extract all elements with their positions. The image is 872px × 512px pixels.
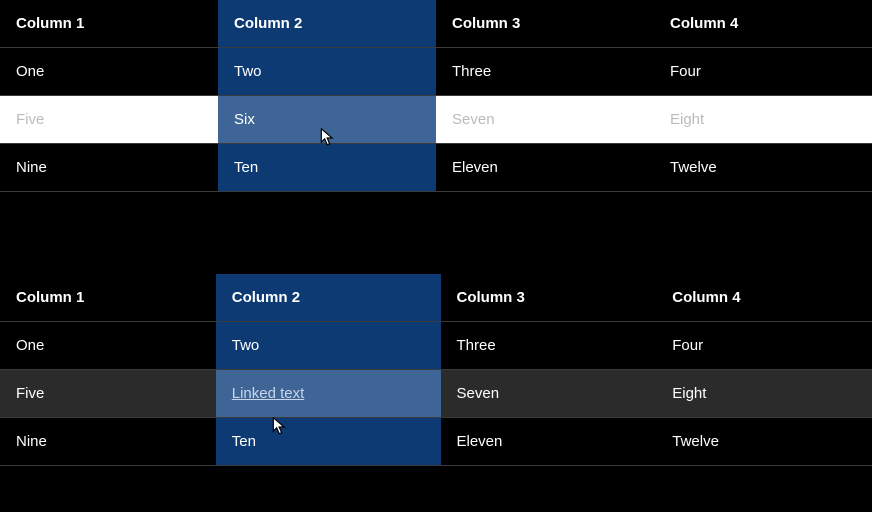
col-header-3: Column 3 [436, 0, 654, 48]
table-row[interactable]: Nine Ten Eleven Twelve [0, 418, 872, 466]
table-cell: Ten [216, 418, 441, 466]
table-header-row: Column 1 Column 2 Column 3 Column 4 [0, 274, 872, 322]
col-header-1: Column 1 [0, 0, 218, 48]
table-cell: Ten [218, 144, 436, 192]
table-bottom: Column 1 Column 2 Column 3 Column 4 One … [0, 274, 872, 466]
table-row-hovered[interactable]: Five Linked text Seven Eight [0, 370, 872, 418]
table-cell: Two [218, 48, 436, 96]
table-cell: Four [654, 48, 872, 96]
table-cell: Eight [654, 96, 872, 144]
table-cell: Five [0, 96, 218, 144]
col-header-2: Column 2 [218, 0, 436, 48]
table-cell: Three [436, 48, 654, 96]
col-header-4: Column 4 [654, 0, 872, 48]
table-cell: Five [0, 370, 216, 418]
table-cell: Seven [441, 370, 657, 418]
table-row[interactable]: Nine Ten Eleven Twelve [0, 144, 872, 192]
table-cell: One [0, 322, 216, 370]
table-cell: Six [218, 96, 436, 144]
col-header-4: Column 4 [656, 274, 872, 322]
table-cell: Twelve [656, 418, 872, 466]
col-header-2: Column 2 [216, 274, 441, 322]
table-cell: Two [216, 322, 441, 370]
table-cell: Eleven [436, 144, 654, 192]
table-header-row: Column 1 Column 2 Column 3 Column 4 [0, 0, 872, 48]
table-cell: Seven [436, 96, 654, 144]
table-cell: Nine [0, 144, 218, 192]
table-cell: Eight [656, 370, 872, 418]
table-cell: Three [441, 322, 657, 370]
table-cell: Nine [0, 418, 216, 466]
link-text[interactable]: Linked text [232, 385, 305, 402]
col-header-3: Column 3 [441, 274, 657, 322]
table-cell-link[interactable]: Linked text [216, 370, 441, 418]
table-cell: One [0, 48, 218, 96]
col-header-1: Column 1 [0, 274, 216, 322]
table-row-hovered[interactable]: Five Six Seven Eight [0, 96, 872, 144]
table-cell: Twelve [654, 144, 872, 192]
table-row[interactable]: One Two Three Four [0, 322, 872, 370]
table-cell: Eleven [441, 418, 657, 466]
table-cell: Four [656, 322, 872, 370]
table-row[interactable]: One Two Three Four [0, 48, 872, 96]
table-top: Column 1 Column 2 Column 3 Column 4 One … [0, 0, 872, 192]
